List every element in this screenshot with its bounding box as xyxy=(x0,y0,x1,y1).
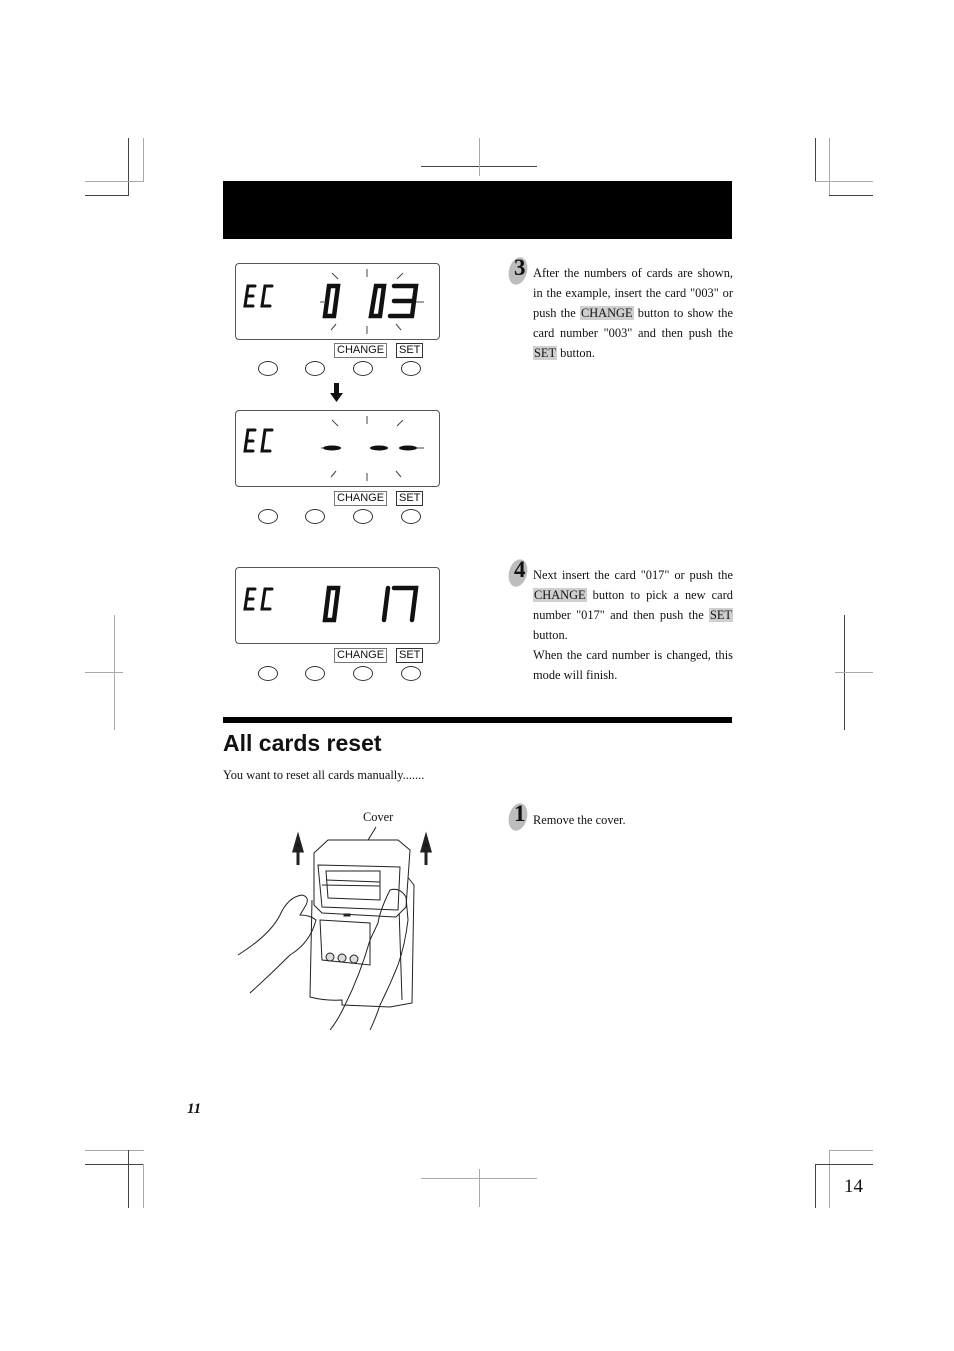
change-highlight: CHANGE xyxy=(533,588,587,602)
crop-mark xyxy=(829,195,873,196)
crop-mark xyxy=(85,181,144,182)
change-button[interactable] xyxy=(353,666,373,681)
cover-label: Cover xyxy=(363,810,394,824)
panel-button-2[interactable] xyxy=(305,361,325,376)
change-key-label: CHANGE xyxy=(334,343,388,358)
lcd-digits-dashes xyxy=(243,416,424,481)
lcd-digits-003 xyxy=(243,269,424,334)
crop-mark xyxy=(85,1164,144,1165)
arrow-down-icon xyxy=(330,383,343,402)
crop-mark xyxy=(835,672,873,673)
crop-mark xyxy=(829,1150,830,1208)
step-number-badge: 4 xyxy=(505,557,531,589)
set-key-label: SET xyxy=(396,343,424,358)
section-rule xyxy=(223,717,732,723)
section-intro: You want to reset all cards manually....… xyxy=(223,768,425,782)
change-button[interactable] xyxy=(353,509,373,524)
lcd-display xyxy=(235,263,440,340)
page-number-right: 14 xyxy=(844,1176,863,1197)
change-button[interactable] xyxy=(353,361,373,376)
panel-button-1[interactable] xyxy=(258,361,278,376)
set-highlight: SET xyxy=(533,346,558,360)
panel-button-1[interactable] xyxy=(258,509,278,524)
step-number-badge: 1 xyxy=(505,801,531,833)
change-key-label: CHANGE xyxy=(334,648,388,663)
crop-mark xyxy=(85,195,129,196)
crop-mark xyxy=(128,138,129,195)
lcd-display xyxy=(235,567,440,644)
page-number-left: 11 xyxy=(187,1101,202,1117)
step-4-text: Next insert the card "017" or push the C… xyxy=(533,568,733,682)
change-key-label: CHANGE xyxy=(334,491,388,506)
crop-mark xyxy=(143,1164,144,1208)
crop-mark xyxy=(479,138,480,176)
section-title: All cards reset xyxy=(223,730,382,756)
set-key-label: SET xyxy=(396,648,424,663)
panel-button-1[interactable] xyxy=(258,666,278,681)
set-highlight: SET xyxy=(708,608,733,622)
header-bar xyxy=(223,181,732,239)
lcd-digits-017 xyxy=(243,585,419,623)
remove-cover-illustration xyxy=(237,826,432,1030)
crop-mark xyxy=(479,1169,480,1207)
crop-mark xyxy=(143,138,144,182)
lcd-display xyxy=(235,410,440,487)
crop-mark xyxy=(815,1164,816,1208)
crop-mark xyxy=(829,1150,873,1151)
panel-button-2[interactable] xyxy=(305,509,325,524)
crop-mark xyxy=(815,1164,873,1165)
step-1-text: Remove the cover. xyxy=(533,813,626,827)
change-highlight: CHANGE xyxy=(579,306,634,320)
crop-mark xyxy=(829,138,830,195)
panel-button-2[interactable] xyxy=(305,666,325,681)
step-number-badge: 3 xyxy=(505,255,531,287)
set-button[interactable] xyxy=(401,361,421,376)
set-key-label: SET xyxy=(396,491,424,506)
crop-mark xyxy=(815,138,816,182)
set-button[interactable] xyxy=(401,666,421,681)
crop-mark xyxy=(85,672,123,673)
set-button[interactable] xyxy=(401,509,421,524)
crop-mark xyxy=(85,1150,144,1151)
crop-mark xyxy=(128,1150,129,1208)
step-3-text: After the numbers of cards are shown, in… xyxy=(533,266,733,360)
crop-mark xyxy=(815,181,873,182)
